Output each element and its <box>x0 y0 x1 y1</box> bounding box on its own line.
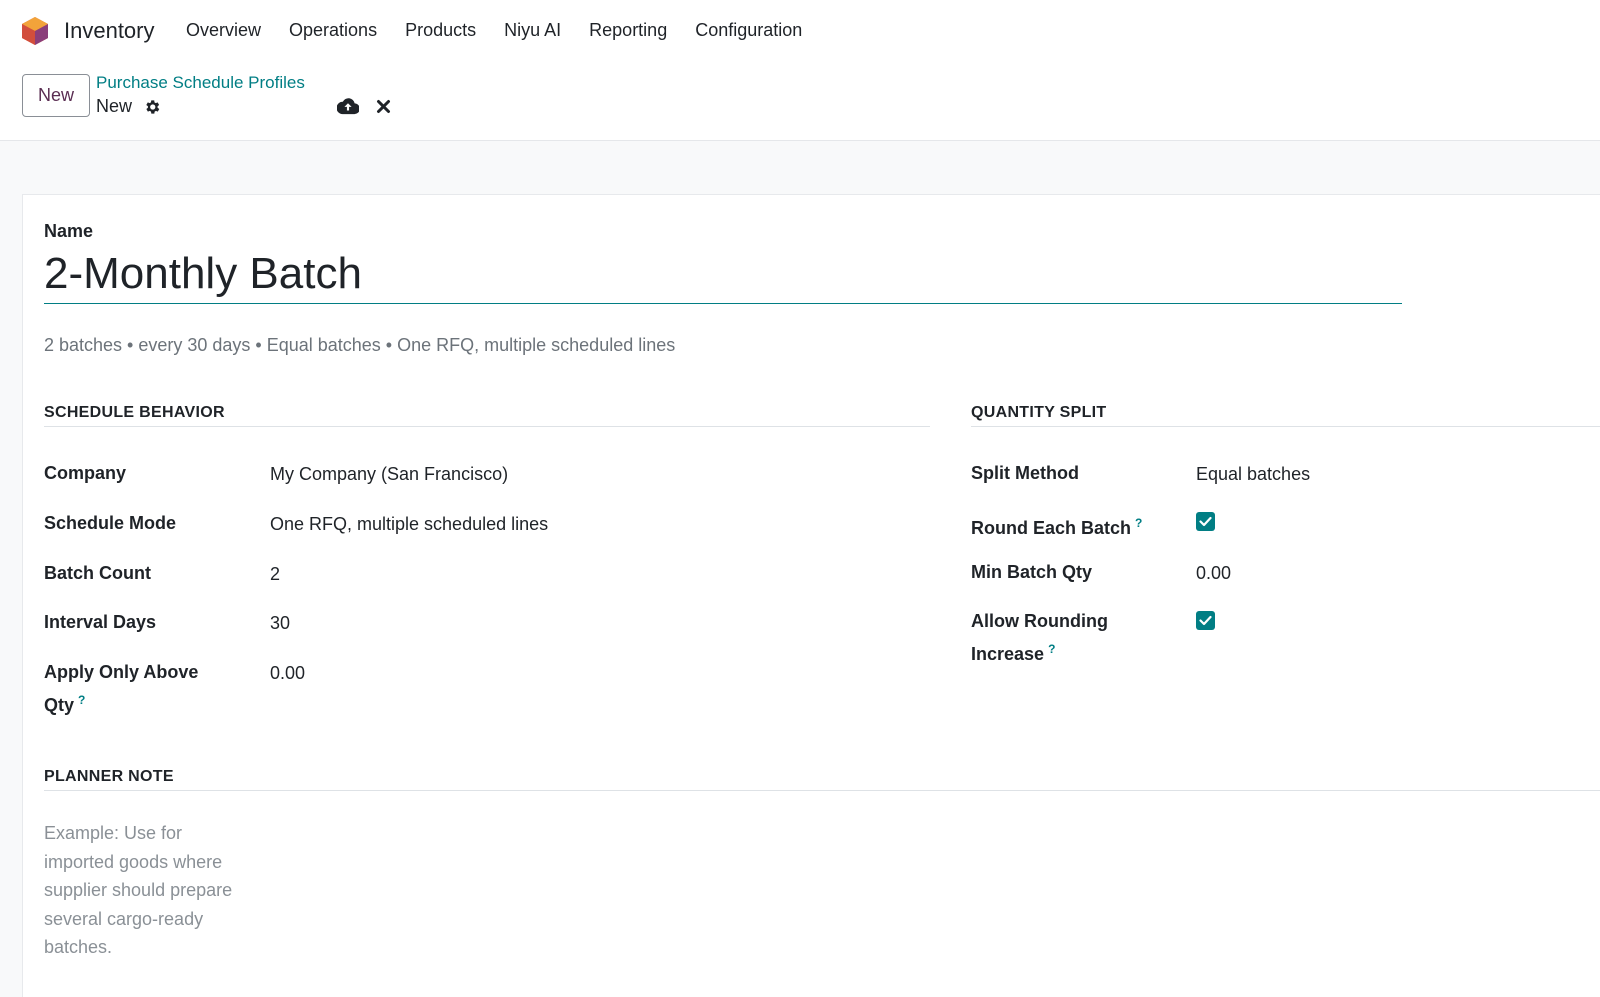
split-method-field[interactable]: Equal batches <box>1196 460 1310 488</box>
form-sheet <box>22 194 1600 997</box>
close-icon[interactable] <box>376 99 391 114</box>
name-label: Name <box>44 221 94 241</box>
inventory-app-icon[interactable] <box>21 16 49 46</box>
apply-only-above-qty-label-line2: Qty <box>44 695 75 715</box>
help-tooltip-icon[interactable]: ? <box>1135 516 1142 530</box>
gear-icon[interactable] <box>143 98 161 116</box>
schedule-mode-label: Schedule Mode <box>44 513 177 533</box>
min-batch-qty-field[interactable]: 0.00 <box>1196 559 1231 587</box>
help-tooltip-icon[interactable]: ? <box>1048 642 1055 656</box>
company-label: Company <box>44 463 127 483</box>
allow-rounding-increase-label: Allow Rounding Increase? <box>971 607 1191 668</box>
checkmark-icon <box>1199 615 1212 626</box>
allow-rounding-increase-label-line1: Allow Rounding <box>971 611 1108 631</box>
main-menu: Overview Operations Products Niyu AI Rep… <box>186 20 830 41</box>
menu-operations[interactable]: Operations <box>289 20 377 41</box>
control-panel: New Purchase Schedule Profiles New <box>0 62 1600 141</box>
section-planner-note-title: PLANNER NOTE <box>44 768 174 785</box>
section-divider <box>971 426 1600 427</box>
schedule-mode-field[interactable]: One RFQ, multiple scheduled lines <box>270 510 548 538</box>
apply-only-above-qty-label-line1: Apply Only Above <box>44 662 199 682</box>
interval-days-label: Interval Days <box>44 612 157 632</box>
allow-rounding-increase-checkbox[interactable] <box>1196 611 1215 630</box>
cloud-upload-icon[interactable] <box>337 97 359 115</box>
min-batch-qty-label: Min Batch Qty <box>971 562 1093 582</box>
breadcrumb-parent[interactable]: Purchase Schedule Profiles <box>96 73 305 93</box>
help-tooltip-icon[interactable]: ? <box>78 693 85 707</box>
menu-reporting[interactable]: Reporting <box>589 20 667 41</box>
menu-products[interactable]: Products <box>405 20 476 41</box>
planner-note-field[interactable]: Example: Use for imported goods where su… <box>44 819 254 962</box>
menu-overview[interactable]: Overview <box>186 20 261 41</box>
interval-days-field[interactable]: 30 <box>270 609 290 637</box>
apply-only-above-qty-field[interactable]: 0.00 <box>270 659 305 687</box>
round-each-batch-label-text: Round Each Batch <box>971 518 1132 538</box>
round-each-batch-label: Round Each Batch? <box>971 509 1142 542</box>
section-divider <box>44 790 1600 791</box>
round-each-batch-checkbox[interactable] <box>1196 512 1215 531</box>
profile-summary: 2 batches • every 30 days • Equal batche… <box>44 335 676 355</box>
batch-count-label: Batch Count <box>44 563 151 583</box>
breadcrumb-current: New <box>96 96 133 116</box>
company-field[interactable]: My Company (San Francisco) <box>270 460 508 488</box>
section-schedule-behavior-title: SCHEDULE BEHAVIOR <box>44 404 225 421</box>
section-quantity-split-title: QUANTITY SPLIT <box>971 404 1107 421</box>
apply-only-above-qty-label: Apply Only Above Qty? <box>44 658 264 719</box>
new-button[interactable]: New <box>22 74 90 117</box>
menu-niyu-ai[interactable]: Niyu AI <box>504 20 561 41</box>
menu-configuration[interactable]: Configuration <box>695 20 802 41</box>
section-divider <box>44 426 930 427</box>
name-input[interactable] <box>44 244 1402 304</box>
top-navbar: Inventory Overview Operations Products N… <box>0 0 1600 62</box>
checkmark-icon <box>1199 516 1212 527</box>
split-method-label: Split Method <box>971 463 1079 483</box>
app-name[interactable]: Inventory <box>64 18 155 44</box>
allow-rounding-increase-label-line2: Increase <box>971 644 1045 664</box>
batch-count-field[interactable]: 2 <box>270 560 280 588</box>
